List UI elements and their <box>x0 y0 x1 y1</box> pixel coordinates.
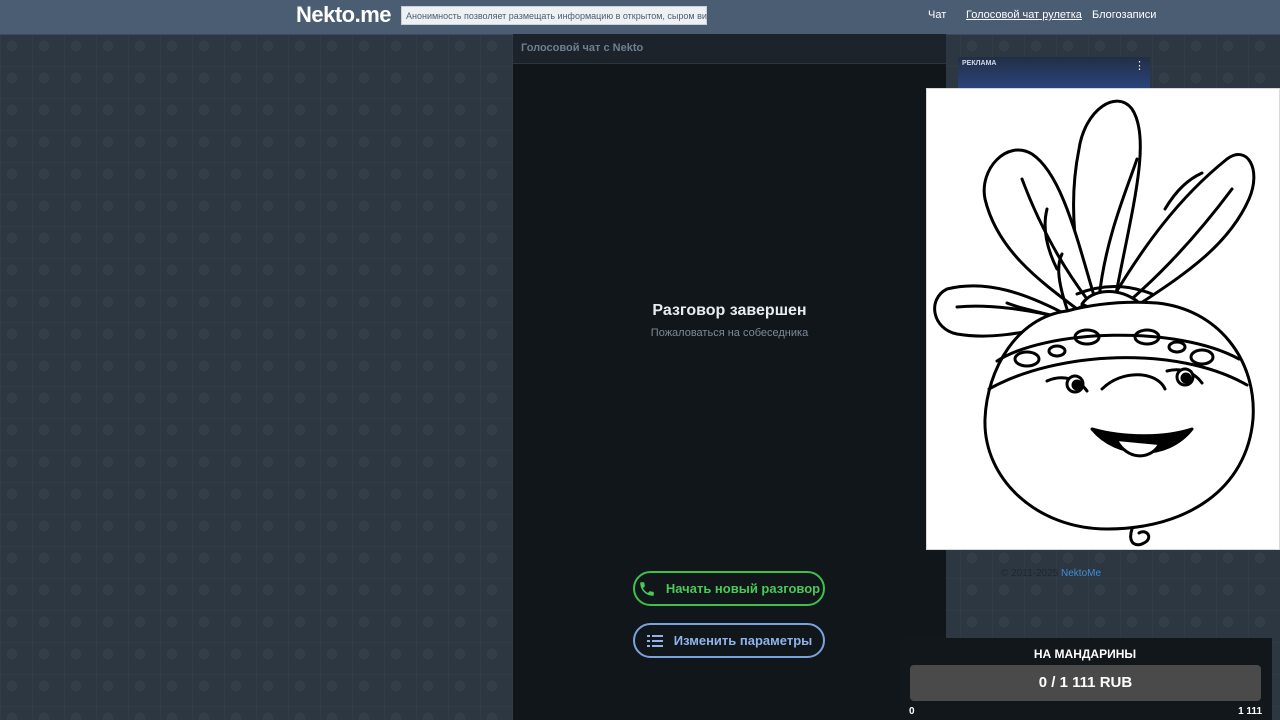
donation-title: НА МАНДАРИНЫ <box>1033 647 1137 661</box>
chat-panel-title: Голосовой чат с Nekto <box>521 42 644 54</box>
change-parameters-label: Изменить параметры <box>673 633 813 648</box>
complain-link[interactable]: Пожаловаться на собеседника <box>513 327 946 339</box>
nav-link-chat[interactable]: Чат <box>928 9 946 21</box>
donation-widget: НА МАНДАРИНЫ 0 / 1 111 RUB 0 1 111 <box>898 638 1272 720</box>
anonymity-notice: Анонимность позволяет размещать информац… <box>401 6 720 25</box>
nav-link-blog[interactable]: Блогозаписи <box>1092 9 1156 21</box>
change-parameters-button[interactable]: Изменить параметры <box>633 623 825 658</box>
top-navbar: Nekto.me Анонимность позволяет размещать… <box>0 0 1280 35</box>
turnip-cartoon-image <box>926 88 1280 550</box>
donation-min-label: 0 <box>909 706 915 717</box>
site-logo[interactable]: Nekto.me <box>296 2 392 28</box>
chat-panel-header: Голосовой чат с Nekto <box>513 34 946 64</box>
more-vertical-icon[interactable]: ⋮ <box>1134 59 1145 73</box>
nektome-link[interactable]: NektoMe <box>1061 568 1101 579</box>
donation-max-label: 1 111 <box>1238 706 1262 717</box>
start-new-conversation-button[interactable]: Начать новый разговор <box>633 571 825 606</box>
ad-label: РЕКЛАМА <box>962 60 997 67</box>
list-settings-icon <box>646 632 664 650</box>
donation-progress-bar: 0 / 1 111 RUB <box>910 665 1261 701</box>
copyright-text: © 2011-2025 NektoMe <box>1001 568 1101 579</box>
donation-progress-text: 0 / 1 111 RUB <box>1038 674 1133 691</box>
nav-link-voice-roulette[interactable]: Голосовой чат рулетка <box>966 9 1082 21</box>
voice-chat-panel: Голосовой чат с Nekto Разговор завершен … <box>513 34 946 720</box>
phone-icon <box>638 580 656 598</box>
conversation-ended-title: Разговор завершен <box>652 302 807 319</box>
start-new-conversation-label: Начать новый разговор <box>665 581 821 596</box>
copyright-prefix: © 2011-2025 <box>1001 568 1059 579</box>
